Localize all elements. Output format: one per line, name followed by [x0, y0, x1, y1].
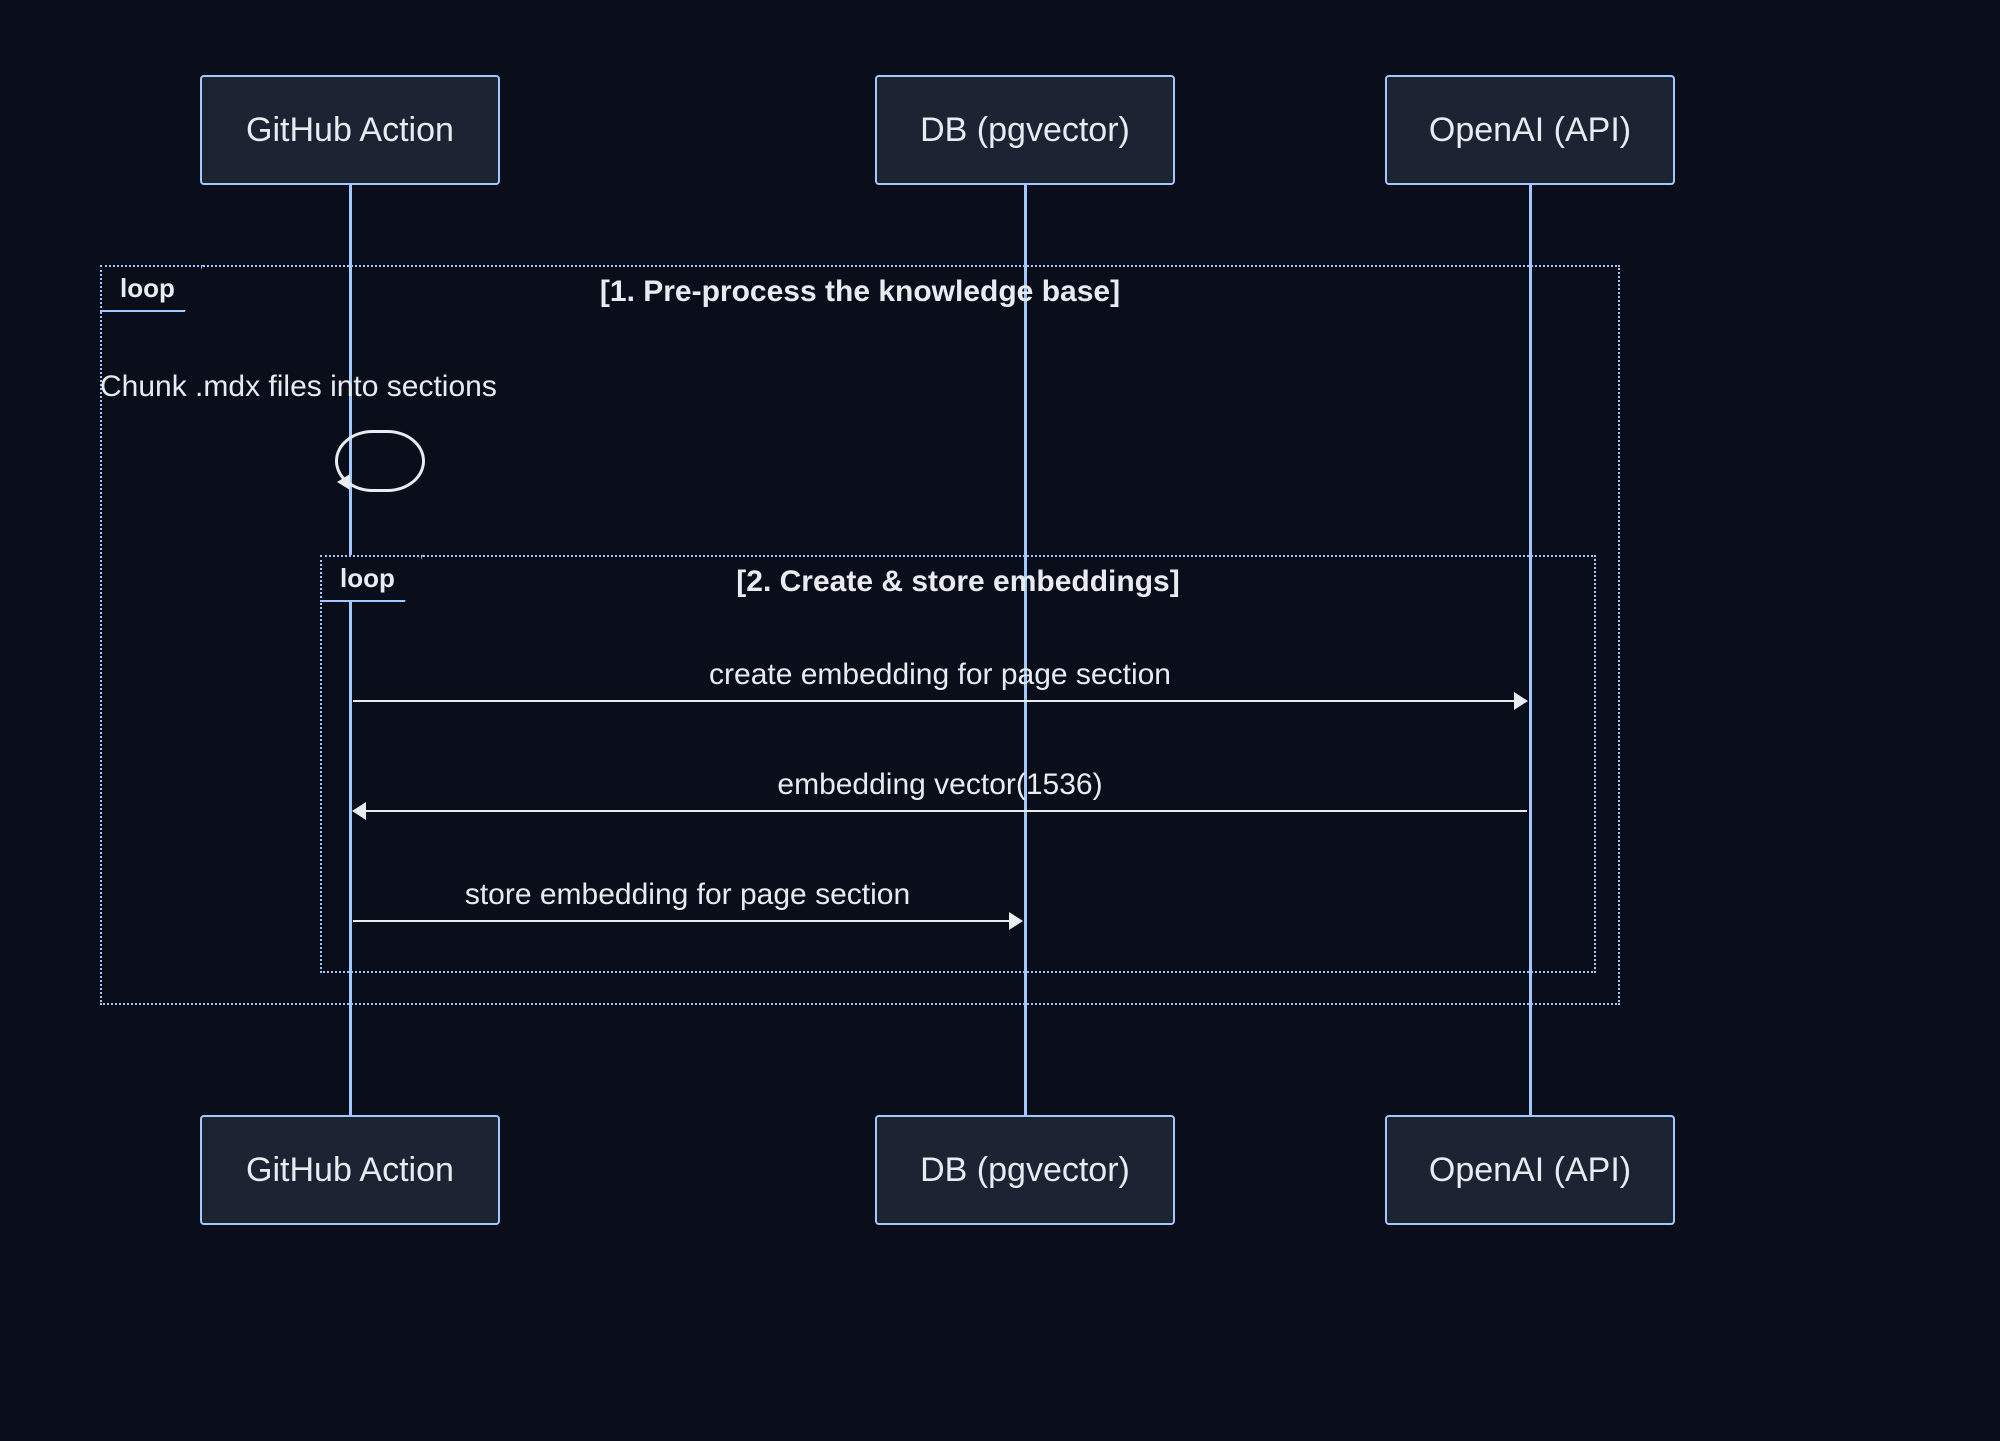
participant-github-label: GitHub Action	[246, 1151, 454, 1190]
embedding-vector-arrowhead	[352, 802, 366, 820]
participant-github: GitHub Action	[200, 1115, 500, 1225]
participant-github: GitHub Action	[200, 75, 500, 185]
create-embedding-line	[353, 700, 1516, 702]
participant-db: DB (pgvector)	[875, 75, 1175, 185]
participant-openai-label: OpenAI (API)	[1429, 1151, 1631, 1190]
store-embedding-label: store embedding for page section	[350, 878, 1025, 912]
chunk-message: Chunk .mdx files into sections	[100, 370, 497, 404]
participant-db: DB (pgvector)	[875, 1115, 1175, 1225]
outer-loop-title: [1. Pre-process the knowledge base]	[102, 275, 1618, 309]
participant-db-label: DB (pgvector)	[920, 1151, 1130, 1190]
embedding-vector-label: embedding vector(1536)	[350, 768, 1530, 802]
embedding-vector-line	[364, 810, 1527, 812]
participant-openai-label: OpenAI (API)	[1429, 111, 1631, 150]
inner-loop-title: [2. Create & store embeddings]	[322, 565, 1594, 599]
participant-openai: OpenAI (API)	[1385, 1115, 1675, 1225]
participant-db-label: DB (pgvector)	[920, 111, 1130, 150]
participant-openai: OpenAI (API)	[1385, 75, 1675, 185]
store-embedding-arrowhead	[1009, 912, 1023, 930]
create-embedding-arrowhead	[1514, 692, 1528, 710]
create-embedding-label: create embedding for page section	[350, 658, 1530, 692]
participant-github-label: GitHub Action	[246, 111, 454, 150]
self-loop-arrowhead	[337, 474, 350, 490]
store-embedding-line	[353, 920, 1011, 922]
